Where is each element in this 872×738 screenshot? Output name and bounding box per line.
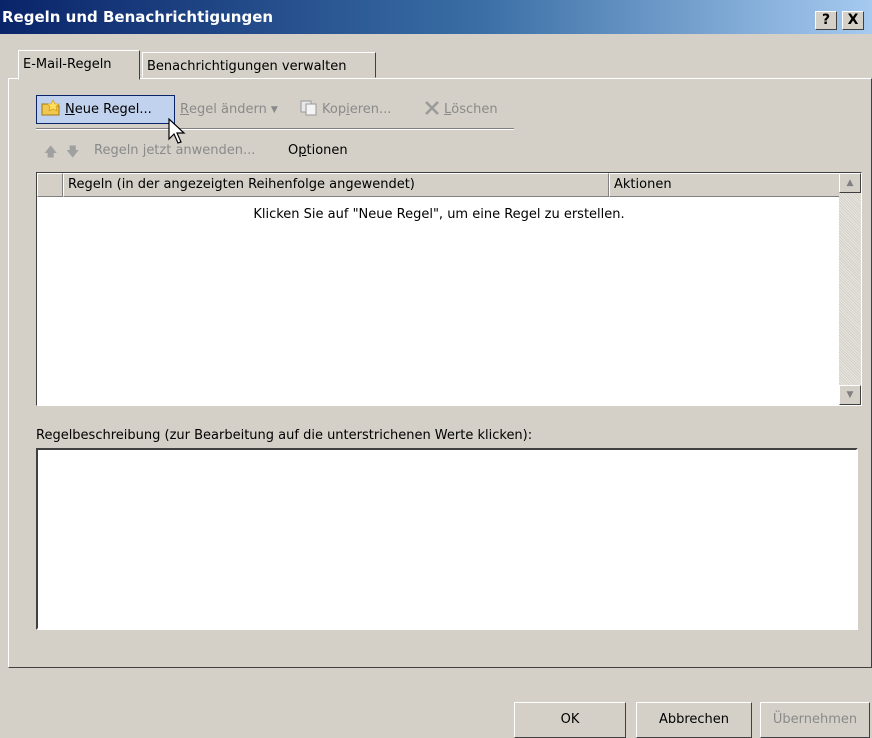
scroll-up-button[interactable]: ▲ (839, 173, 861, 193)
new-rule-accel: N (65, 102, 75, 117)
help-button[interactable]: ? (815, 11, 837, 30)
cancel-button[interactable]: Abbrechen (636, 702, 752, 738)
new-rule-icon (41, 98, 61, 121)
arrow-up-icon[interactable]: 🡅 (44, 143, 57, 165)
rules-list-scrollbar[interactable]: ▲ ▼ (839, 173, 861, 405)
apply-rules-post: etzt anwenden... (146, 143, 256, 158)
rule-description-box[interactable] (36, 448, 858, 630)
copy-icon (300, 100, 318, 120)
column-header-checkbox[interactable] (37, 173, 63, 197)
options-button[interactable]: Optionen (288, 143, 348, 158)
rules-list[interactable]: Regeln (in der angezeigten Reihenfolge a… (36, 172, 862, 406)
change-rule-label: egel ändern (189, 102, 267, 117)
column-header-actions[interactable]: Aktionen (609, 173, 841, 197)
column-header-rules[interactable]: Regeln (in der angezeigten Reihenfolge a… (63, 173, 609, 197)
rules-toolbar: Neue Regel... Regel ändern ▼ Kop i eren...… (36, 95, 516, 125)
rules-list-header: Regeln (in der angezeigten Reihenfolge a… (37, 173, 841, 197)
scroll-down-button[interactable]: ▼ (839, 385, 861, 405)
mouse-cursor-icon (168, 117, 188, 150)
ok-button[interactable]: OK (514, 702, 626, 738)
delete-button[interactable]: Löschen (424, 95, 498, 124)
options-accel: p (298, 143, 307, 158)
delete-x-icon (424, 100, 440, 120)
change-rule-button[interactable]: Regel ändern ▼ (180, 95, 278, 124)
rule-description-label: Regelbeschreibung (zur Bearbeitung auf d… (36, 428, 533, 443)
change-rule-accel: R (180, 102, 190, 117)
rules-toolbar-secondary: 🡅 🡇 Regeln jetzt anwenden... Optionen (44, 143, 544, 165)
copy-label-post: eren... (349, 102, 392, 117)
apply-button[interactable]: Übernehmen (760, 702, 870, 738)
copy-label-pre: Kop (322, 102, 347, 117)
delete-accel: L (444, 102, 452, 117)
delete-label: öschen (451, 102, 498, 117)
close-button[interactable]: X (842, 11, 864, 30)
copy-button[interactable]: Kop i eren... (300, 95, 391, 124)
toolbar-separator (36, 128, 514, 130)
tab-manage-notifications-label: Benachrichtigungen verwalten (147, 59, 347, 74)
tab-email-rules-label: E-Mail-Regeln (23, 57, 112, 72)
new-rule-label: eue Regel... (74, 102, 152, 117)
tab-manage-notifications[interactable]: Benachrichtigungen verwalten (142, 52, 376, 78)
apply-rules-pre: Regeln (94, 143, 143, 158)
rules-empty-message: Klicken Sie auf "Neue Regel", um eine Re… (253, 207, 625, 222)
tab-email-rules[interactable]: E-Mail-Regeln (18, 50, 140, 80)
options-post: tionen (306, 143, 348, 158)
new-rule-button[interactable]: Neue Regel... (36, 95, 175, 124)
options-pre: O (288, 143, 299, 158)
title-bar[interactable]: Regeln und Benachrichtigungen ? X (0, 0, 872, 34)
chevron-down-icon: ▼ (270, 104, 278, 115)
arrow-down-icon[interactable]: 🡇 (66, 143, 79, 165)
window-title: Regeln und Benachrichtigungen (2, 8, 274, 26)
